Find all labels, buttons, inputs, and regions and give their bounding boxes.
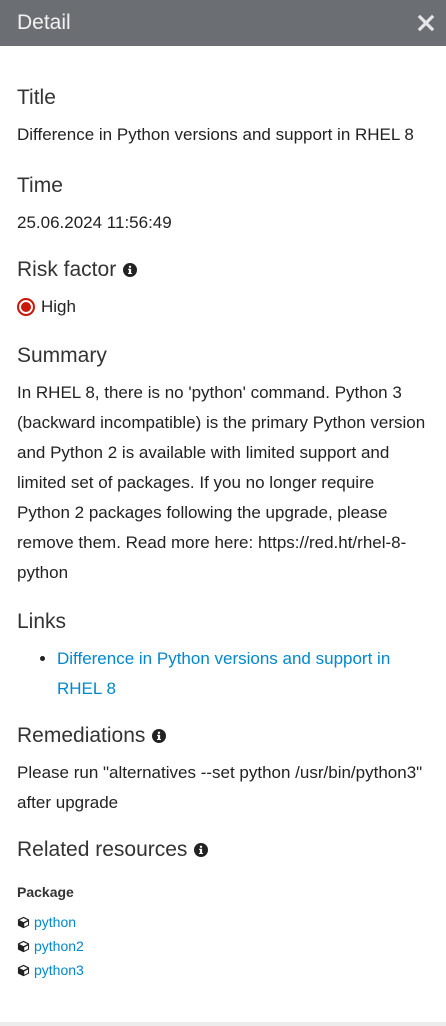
related-resources-label: Related resources	[17, 838, 188, 861]
remediations-section: Remediations Please run "alternatives --…	[17, 722, 429, 818]
links-section: Links Difference in Python versions and …	[17, 608, 429, 704]
package-list: python python2 python3	[17, 910, 429, 982]
time-section: Time 25.06.2024 11:56:49	[17, 172, 429, 238]
detail-content: Title Difference in Python versions and …	[0, 84, 446, 982]
package-link-python3[interactable]: python3	[34, 958, 84, 982]
risk-factor-heading: Risk factor	[17, 256, 429, 284]
summary-value: In RHEL 8, there is no 'python' command.…	[17, 383, 426, 582]
close-button[interactable]	[406, 0, 446, 46]
link-python-versions[interactable]: Difference in Python versions and suppor…	[57, 649, 390, 698]
risk-value: High	[17, 292, 429, 322]
remediations-label: Remediations	[17, 724, 146, 747]
cube-icon	[17, 916, 30, 928]
related-resources-section: Related resources Package python python2…	[17, 836, 429, 982]
links-list: Difference in Python versions and suppor…	[17, 644, 429, 704]
info-icon[interactable]	[152, 729, 167, 743]
risk-section: Risk factor High	[17, 256, 429, 322]
time-value: 25.06.2024 11:56:49	[17, 213, 172, 232]
title-label: Title	[17, 86, 56, 109]
list-item: python2	[17, 934, 429, 958]
time-label: Time	[17, 174, 63, 197]
bottom-divider	[0, 1022, 446, 1026]
list-item: python	[17, 910, 429, 934]
info-icon[interactable]	[123, 263, 138, 277]
risk-value-text: High	[41, 297, 76, 316]
list-item: python3	[17, 958, 429, 982]
detail-header: Detail	[0, 0, 446, 46]
package-heading: Package	[17, 884, 74, 900]
package-link-python2[interactable]: python2	[34, 934, 84, 958]
header-title: Detail	[17, 11, 71, 34]
cube-icon	[17, 940, 30, 952]
summary-label: Summary	[17, 344, 107, 367]
cube-icon	[17, 964, 30, 976]
close-icon	[417, 14, 435, 32]
title-section: Title Difference in Python versions and …	[17, 84, 429, 150]
links-label: Links	[17, 610, 67, 633]
remediations-heading: Remediations	[17, 722, 429, 750]
list-item: Difference in Python versions and suppor…	[57, 644, 429, 704]
risk-high-icon	[17, 298, 35, 316]
title-value: Difference in Python versions and suppor…	[17, 125, 414, 144]
related-resources-heading: Related resources	[17, 836, 429, 864]
risk-label: Risk factor	[17, 258, 117, 281]
summary-section: Summary In RHEL 8, there is no 'python' …	[17, 342, 429, 588]
remediations-value: Please run "alternatives --set python /u…	[17, 763, 423, 812]
package-link-python[interactable]: python	[34, 910, 76, 934]
info-icon[interactable]	[194, 843, 209, 857]
